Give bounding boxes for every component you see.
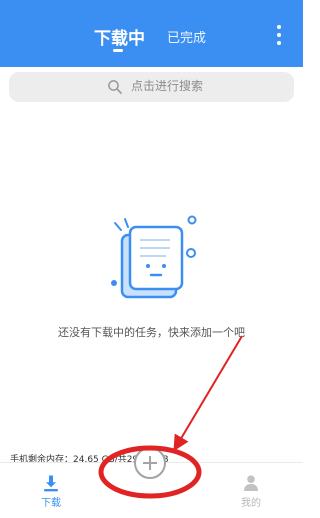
annotation-arrow <box>173 335 243 452</box>
nav-mine[interactable]: 我的 <box>231 466 271 512</box>
search-input[interactable] <box>131 79 271 93</box>
nav-download-label: 下载 <box>41 498 61 509</box>
more-dot-icon <box>277 33 281 37</box>
empty-document-icon <box>111 215 197 299</box>
tab-completed[interactable]: 已完成 <box>167 27 206 46</box>
app-header: 下载中 已完成 <box>0 0 303 67</box>
search-bar[interactable] <box>9 72 294 102</box>
download-icon <box>44 475 58 492</box>
tab-downloading[interactable]: 下载中 <box>94 24 145 49</box>
person-icon <box>244 475 258 491</box>
add-task-button[interactable] <box>134 447 166 479</box>
nav-mine-label: 我的 <box>241 498 261 509</box>
more-options-button[interactable] <box>272 25 286 47</box>
nav-download[interactable]: 下载 <box>31 466 71 512</box>
search-icon <box>108 80 122 94</box>
more-dot-icon <box>277 41 281 45</box>
more-dot-icon <box>277 25 281 29</box>
empty-state-message: 还没有下载中的任务，快来添加一个吧 <box>58 326 245 339</box>
active-tab-indicator <box>113 49 123 52</box>
